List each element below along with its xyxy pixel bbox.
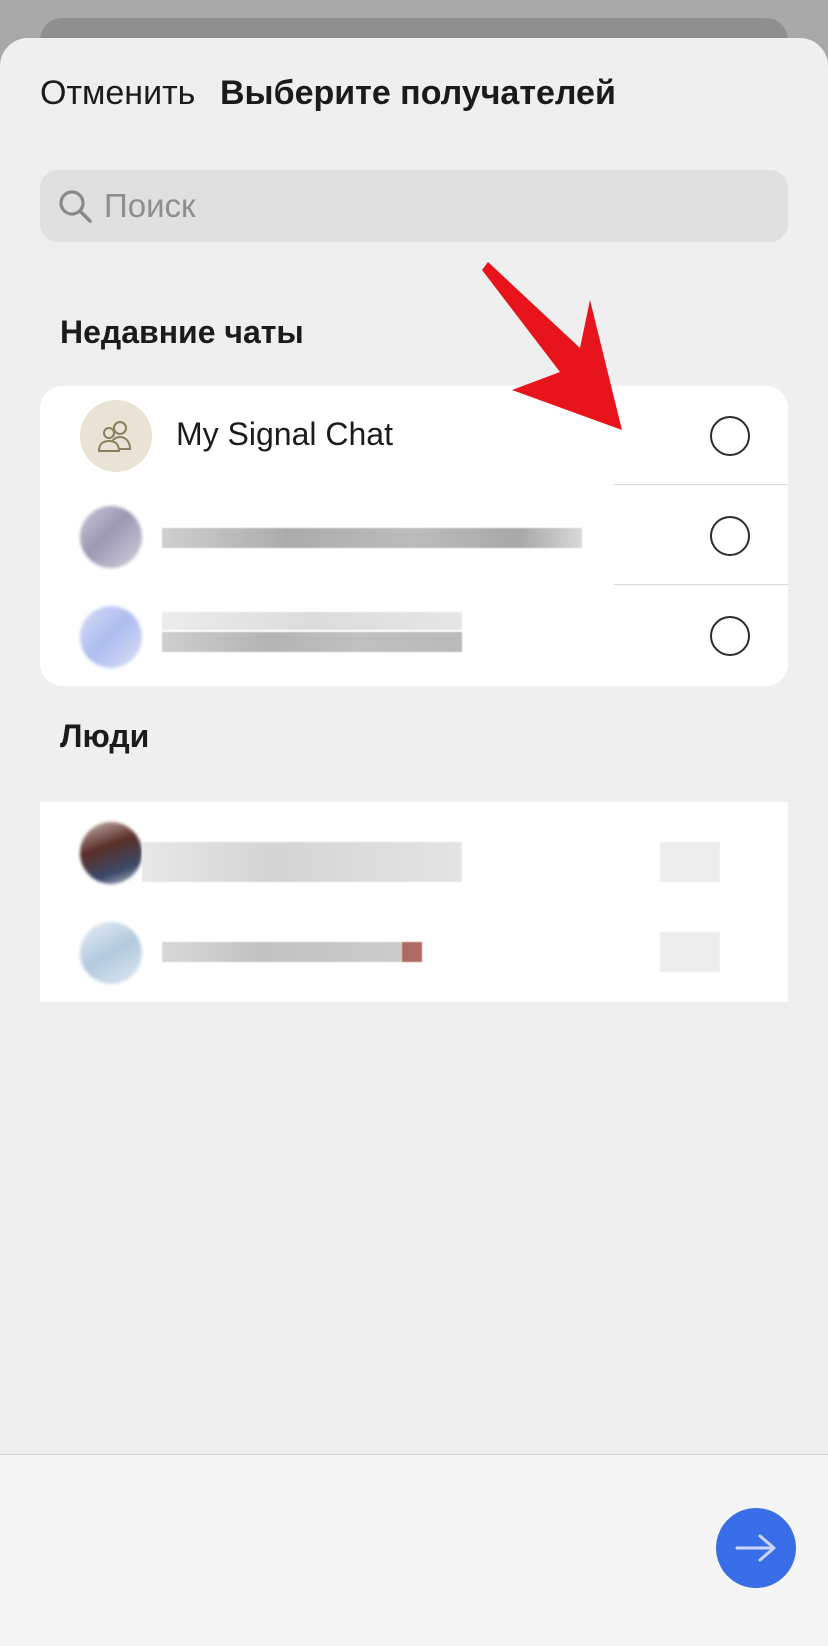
recent-chats-list: My Signal Chat [40, 386, 788, 686]
search-input[interactable] [104, 187, 704, 225]
select-radio[interactable] [710, 516, 750, 556]
chat-name: My Signal Chat [176, 416, 393, 452]
group-icon [97, 421, 132, 452]
cancel-button[interactable]: Отменить [40, 74, 195, 113]
group-avatar [80, 400, 152, 472]
avatar [80, 506, 142, 568]
recent-chats-heading: Недавние чаты [60, 314, 304, 350]
redacted-name [162, 528, 582, 548]
people-list [40, 802, 788, 1002]
search-icon [59, 190, 92, 223]
avatar [80, 822, 142, 884]
send-button[interactable] [716, 1508, 796, 1588]
select-radio[interactable] [710, 616, 750, 656]
arrow-right-icon [735, 1534, 776, 1562]
contact-row[interactable] [40, 802, 788, 902]
select-radio[interactable] [710, 416, 750, 456]
redacted-name [142, 842, 462, 882]
avatar [80, 606, 142, 668]
redacted-name [162, 612, 462, 630]
redacted-emoji [402, 942, 422, 962]
redacted-meta [660, 932, 720, 972]
recent-chat-row[interactable]: My Signal Chat [40, 386, 788, 486]
recent-chat-row[interactable] [40, 486, 788, 586]
recipient-picker-sheet: Отменить Выберите получателей Недавние ч… [0, 38, 828, 1646]
avatar [80, 922, 142, 984]
row-divider [614, 484, 788, 485]
people-heading: Люди [60, 718, 150, 754]
search-bar[interactable] [40, 170, 788, 242]
page-title: Выберите получателей [220, 74, 616, 112]
recent-chat-row[interactable] [40, 586, 788, 686]
redacted-name [162, 942, 402, 962]
row-divider [614, 584, 788, 585]
bottom-bar [0, 1454, 828, 1646]
redacted-meta [660, 842, 720, 882]
contact-row[interactable] [40, 902, 788, 1002]
redacted-subtitle [162, 632, 462, 652]
